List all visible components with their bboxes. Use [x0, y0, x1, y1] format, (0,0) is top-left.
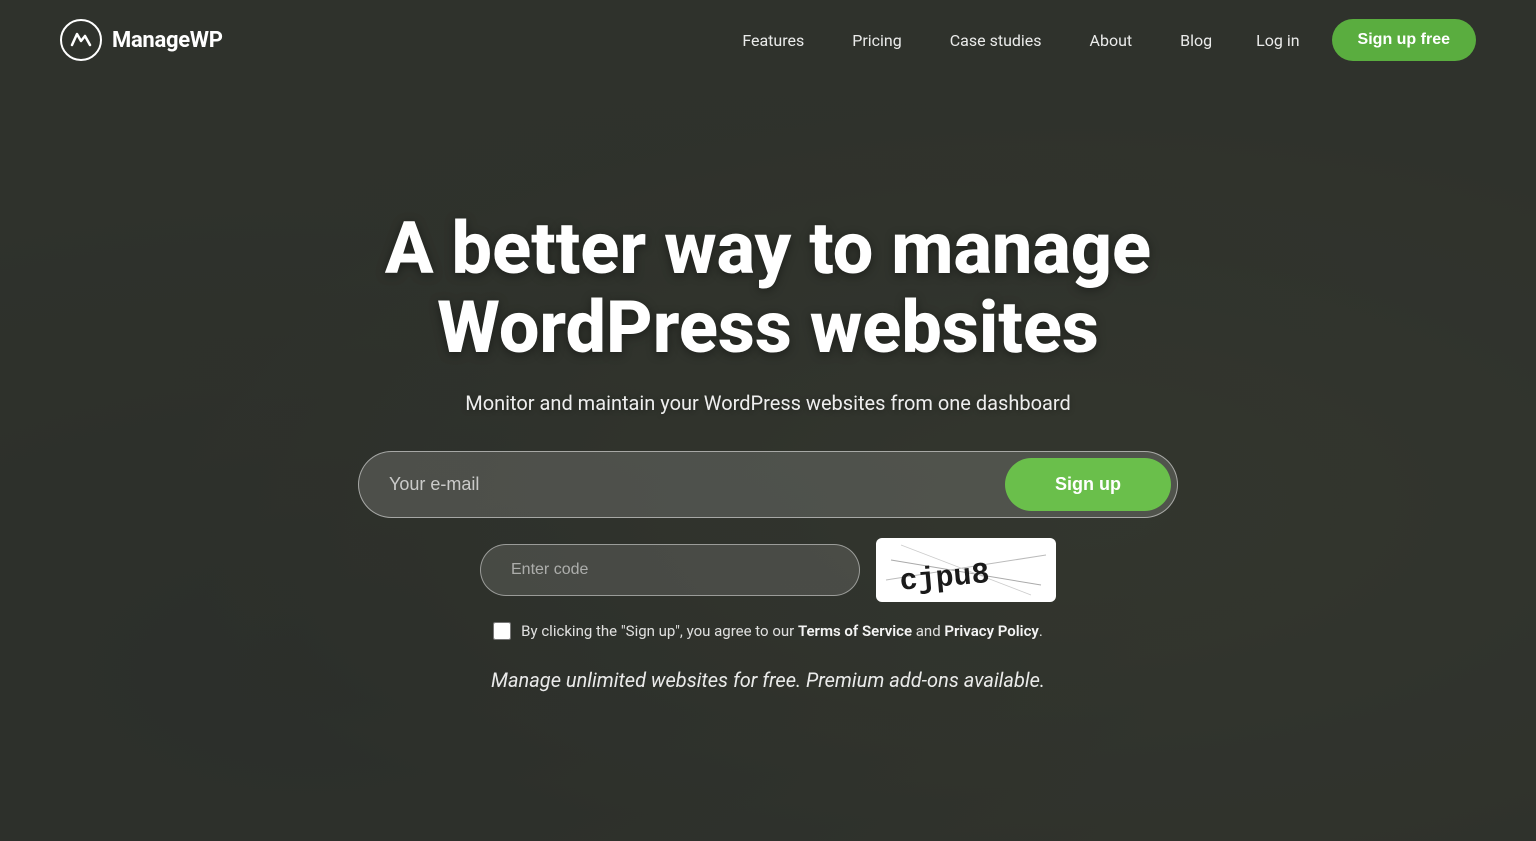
nav-features[interactable]: Features [722, 23, 824, 58]
logo-icon [60, 19, 102, 61]
nav-pricing[interactable]: Pricing [832, 23, 922, 58]
email-input[interactable] [389, 474, 1005, 495]
captcha-row: cjpu8 [480, 538, 1056, 602]
hero-section: A better way to manage WordPress website… [0, 80, 1536, 841]
nav-blog[interactable]: Blog [1160, 23, 1232, 58]
navbar: ManageWP Features Pricing Case studies A… [0, 0, 1536, 80]
signup-button[interactable]: Sign up [1005, 458, 1171, 511]
captcha-image: cjpu8 [876, 538, 1056, 602]
nav-signup-button[interactable]: Sign up free [1332, 19, 1476, 61]
nav-about[interactable]: About [1070, 23, 1153, 58]
terms-text: By clicking the "Sign up", you agree to … [521, 622, 1043, 640]
logo-text: ManageWP [112, 28, 223, 53]
nav-case-studies[interactable]: Case studies [930, 23, 1062, 58]
nav-login[interactable]: Log in [1240, 23, 1315, 58]
terms-before: By clicking the "Sign up", you agree to … [521, 622, 798, 640]
captcha-input[interactable] [480, 544, 860, 596]
terms-checkbox[interactable] [493, 622, 511, 640]
hero-title: A better way to manage WordPress website… [318, 209, 1218, 367]
terms-of-service-link[interactable]: Terms of Service [798, 622, 912, 640]
tagline: Manage unlimited websites for free. Prem… [491, 668, 1045, 692]
terms-after: . [1039, 622, 1043, 640]
nav-links: Features Pricing Case studies About Blog… [722, 19, 1476, 61]
terms-and: and [912, 622, 944, 640]
hero-subtitle: Monitor and maintain your WordPress webs… [465, 391, 1071, 415]
logo[interactable]: ManageWP [60, 19, 223, 61]
privacy-policy-link[interactable]: Privacy Policy [944, 622, 1038, 640]
captcha-svg: cjpu8 [881, 540, 1051, 600]
terms-row: By clicking the "Sign up", you agree to … [493, 622, 1043, 640]
email-form-row: Sign up [358, 451, 1178, 518]
